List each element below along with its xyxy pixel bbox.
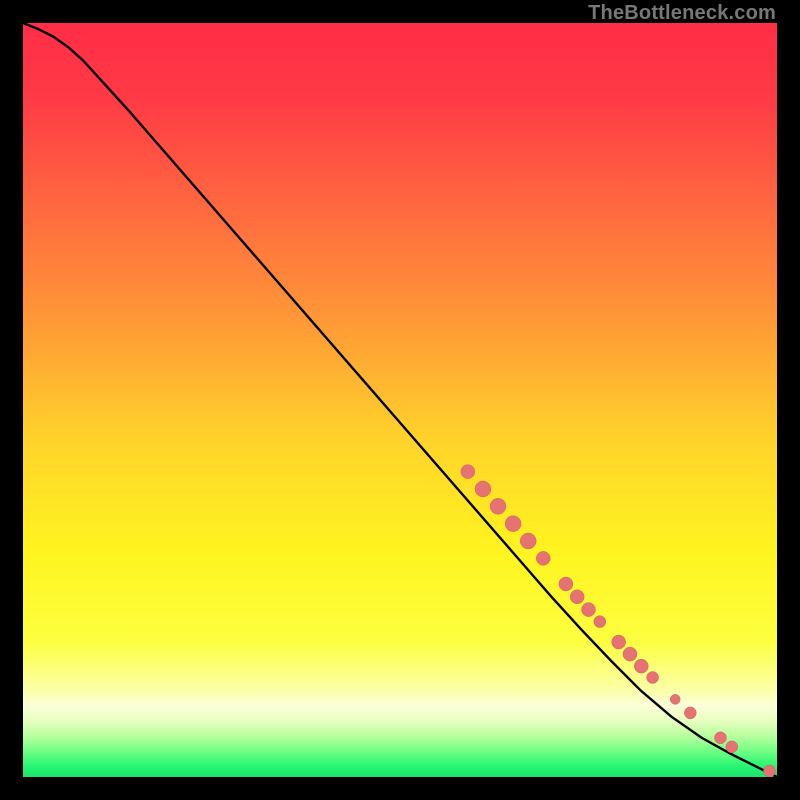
data-point bbox=[594, 616, 606, 628]
data-point bbox=[647, 671, 659, 683]
data-point bbox=[670, 694, 680, 704]
data-point bbox=[570, 590, 584, 604]
data-point bbox=[684, 707, 696, 719]
data-point bbox=[520, 533, 536, 549]
data-point bbox=[461, 465, 475, 479]
data-point bbox=[536, 551, 550, 565]
data-point bbox=[763, 765, 775, 777]
data-point bbox=[490, 498, 506, 514]
data-point bbox=[505, 516, 521, 532]
data-points-layer bbox=[23, 23, 777, 777]
data-point bbox=[726, 741, 738, 753]
attribution-label: TheBottleneck.com bbox=[588, 2, 776, 25]
plot-area bbox=[23, 23, 777, 777]
data-point bbox=[634, 659, 648, 673]
data-point bbox=[714, 732, 726, 744]
data-point bbox=[623, 647, 637, 661]
data-point bbox=[582, 603, 596, 617]
data-point bbox=[475, 481, 491, 497]
chart-stage: TheBottleneck.com bbox=[0, 0, 800, 800]
data-point bbox=[612, 635, 626, 649]
data-point bbox=[559, 577, 573, 591]
